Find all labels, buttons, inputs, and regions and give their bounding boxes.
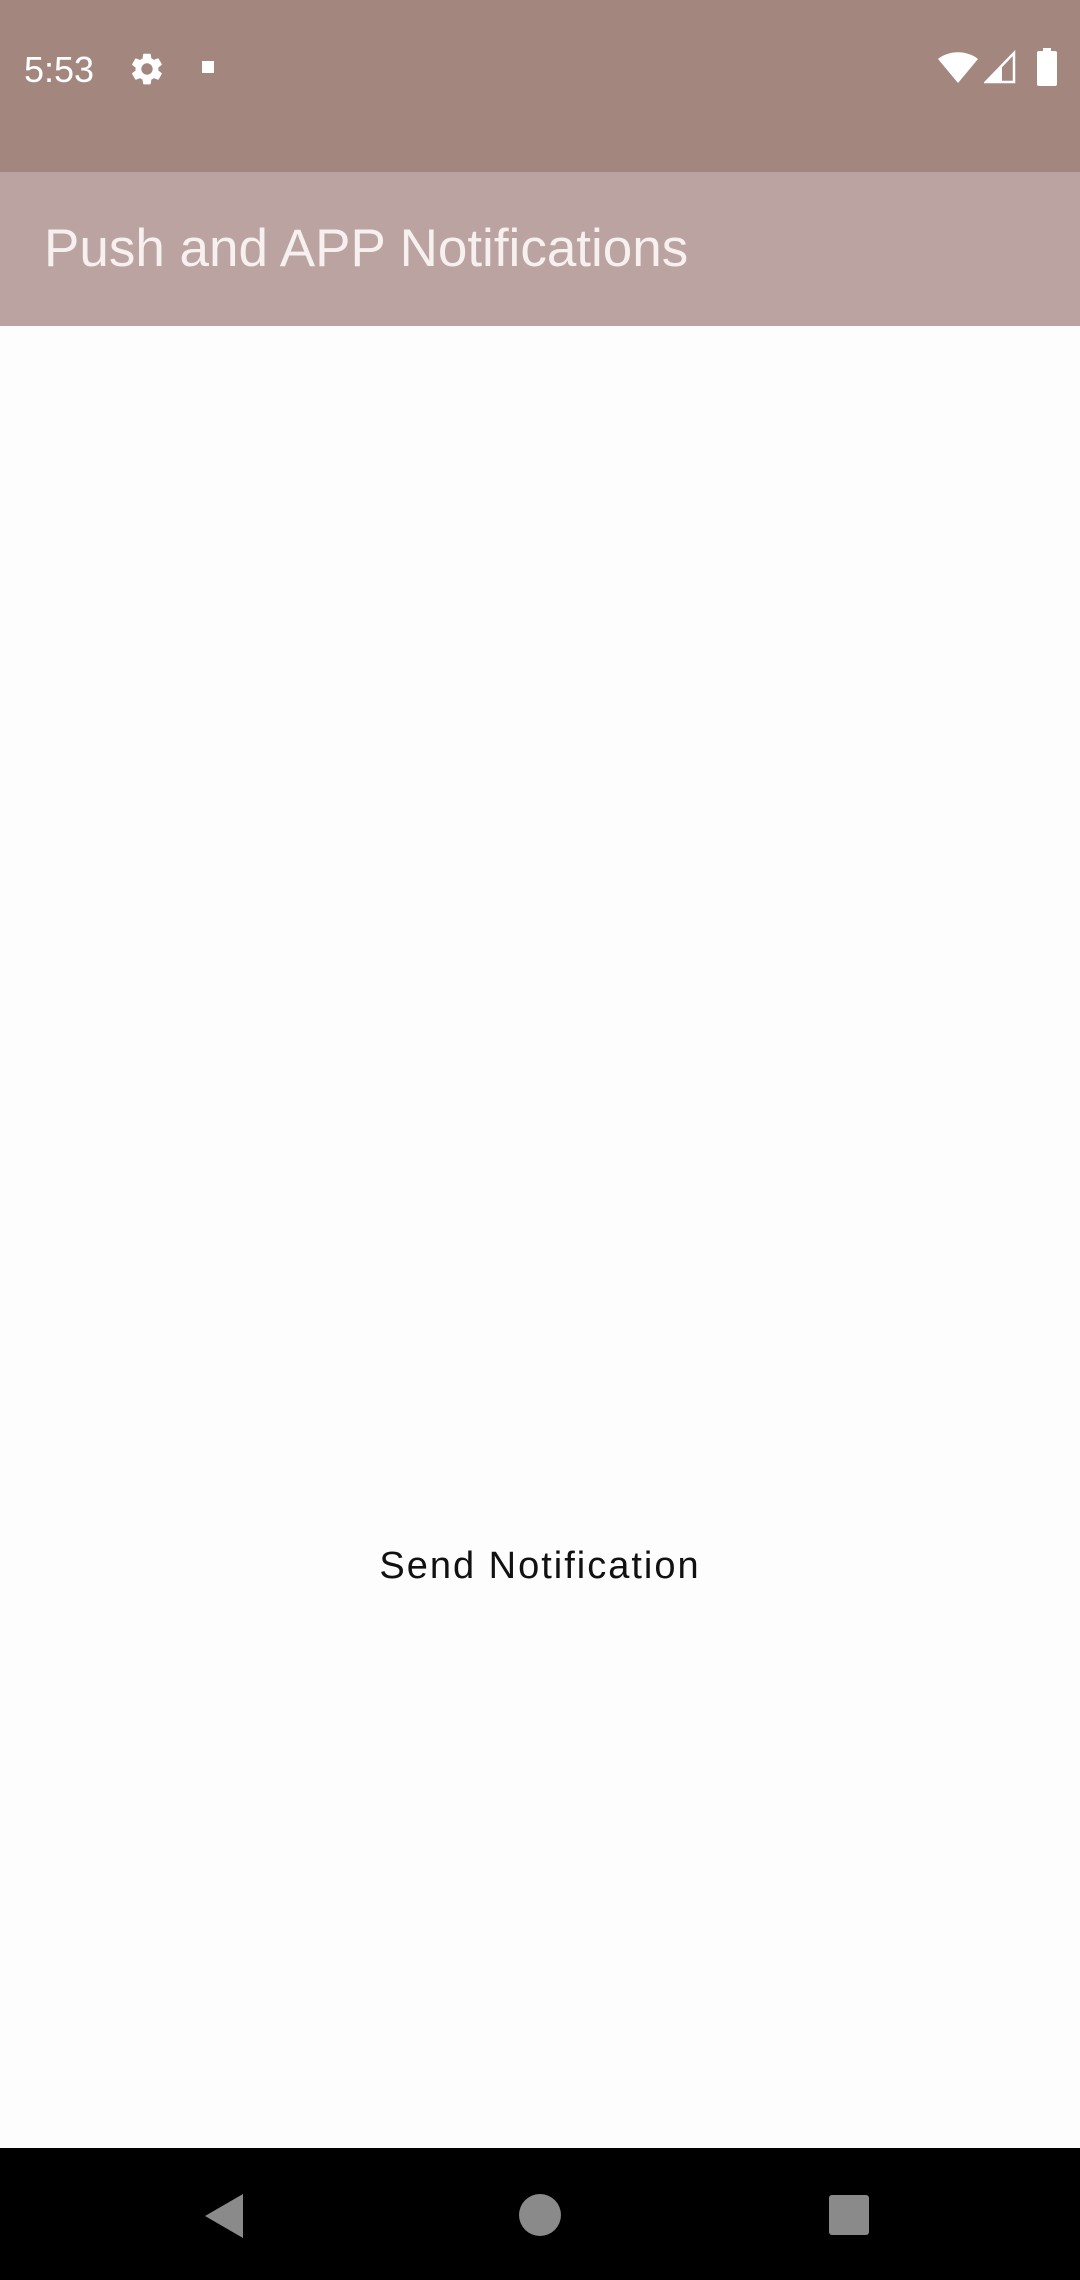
wifi-icon (938, 52, 978, 83)
page-title: Push and APP Notifications (44, 219, 689, 278)
home-icon[interactable] (519, 2194, 561, 2236)
status-bar: 5:53 (0, 0, 1080, 172)
gear-icon (132, 53, 162, 85)
notification-dot-icon (202, 61, 214, 73)
status-time: 5:53 (24, 49, 95, 90)
app-screen: 5:53 Push and APP Notifications Send Not… (0, 0, 1080, 2280)
send-notification-button[interactable]: Send Notification (340, 1526, 740, 1606)
send-notification-label: Send Notification (379, 1544, 701, 1587)
navigation-bar (0, 2148, 1080, 2280)
recents-icon[interactable] (829, 2195, 869, 2235)
app-bar: Push and APP Notifications (0, 172, 1080, 326)
cell-signal-icon (984, 50, 1016, 84)
back-icon[interactable] (203, 2192, 247, 2240)
battery-icon (1037, 48, 1057, 86)
main-content: Send Notification (0, 326, 1080, 2148)
